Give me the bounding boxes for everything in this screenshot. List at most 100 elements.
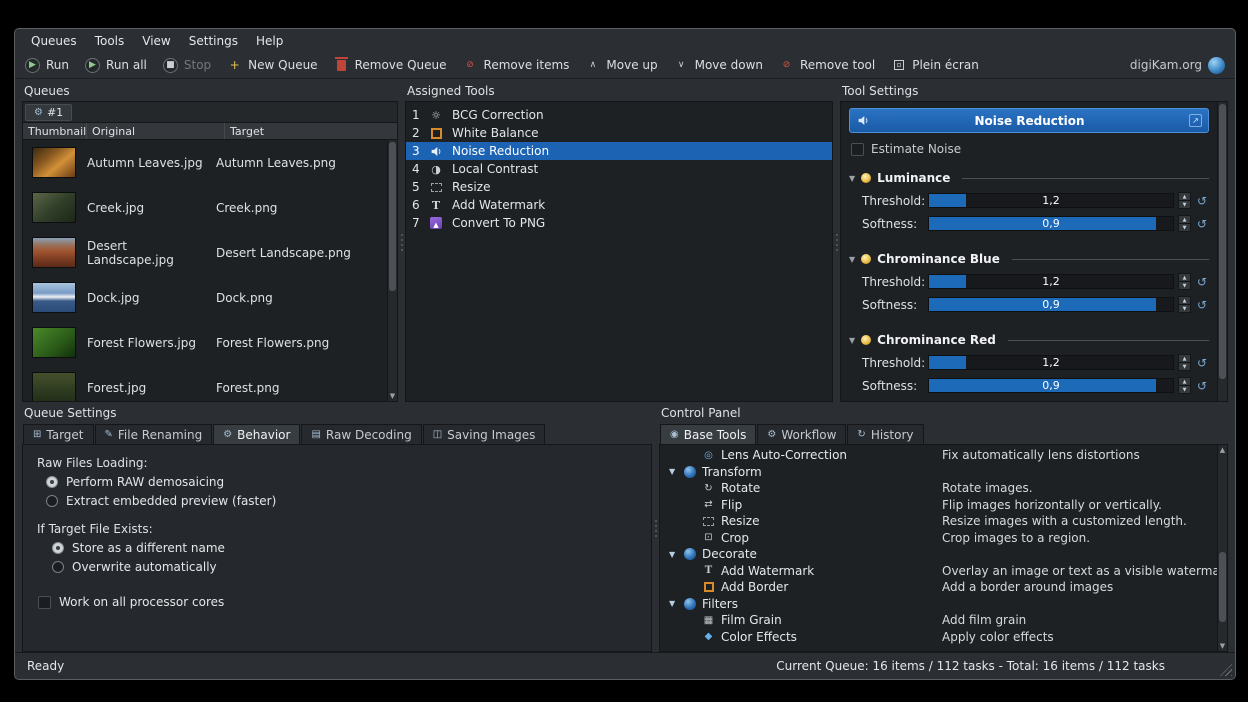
chrominance-blue-header[interactable]: ▼ Chrominance Blue bbox=[849, 249, 1209, 269]
tab-workflow[interactable]: ⚙ Workflow bbox=[757, 424, 846, 444]
column-target[interactable]: Target bbox=[225, 123, 397, 139]
group-decorate[interactable]: ▼ Decorate bbox=[660, 546, 1227, 563]
tab-base-tools[interactable]: ◉ Base Tools bbox=[660, 424, 756, 444]
table-row[interactable]: Forest.jpg Forest.png bbox=[23, 365, 397, 401]
table-row[interactable]: Autumn Leaves.jpg Autumn Leaves.png bbox=[23, 140, 397, 185]
radio-overwrite-automatically[interactable]: Overwrite automatically bbox=[52, 560, 637, 574]
threshold-spinner[interactable]: ▲▼ bbox=[1178, 354, 1191, 371]
tool-flip[interactable]: ⇄ Flip Flip images horizontally or verti… bbox=[660, 497, 1227, 514]
assigned-tool-bcg-correction[interactable]: 1 ☼ BCG Correction bbox=[406, 106, 832, 124]
menu-view[interactable]: View bbox=[134, 31, 178, 51]
tab-target[interactable]: ⊞ Target bbox=[23, 424, 94, 444]
radio-store-different-name[interactable]: Store as a different name bbox=[52, 541, 637, 555]
tool-color-effects[interactable]: ◆ Color Effects Apply color effects bbox=[660, 629, 1227, 646]
run-button[interactable]: ▶ Run bbox=[25, 58, 69, 73]
tool-crop[interactable]: ⊡ Crop Crop images to a region. bbox=[660, 530, 1227, 547]
tab-behavior[interactable]: ⚙ Behavior bbox=[213, 424, 300, 444]
softness-slider[interactable]: 0,9 bbox=[928, 297, 1174, 312]
scroll-down-icon[interactable]: ▼ bbox=[388, 392, 397, 400]
reset-icon[interactable]: ↺ bbox=[1195, 356, 1209, 370]
scroll-up-icon[interactable]: ▲ bbox=[1218, 446, 1227, 454]
remove-items-button[interactable]: ⊘ Remove items bbox=[463, 58, 570, 73]
threshold-slider[interactable]: 1,2 bbox=[928, 274, 1174, 289]
assigned-tool-local-contrast[interactable]: 4 ◑ Local Contrast bbox=[406, 160, 832, 178]
tab-history[interactable]: ↻ History bbox=[847, 424, 923, 444]
threshold-spinner[interactable]: ▲▼ bbox=[1178, 192, 1191, 209]
column-original[interactable]: Original bbox=[87, 123, 225, 139]
assigned-tool-resize[interactable]: 5 Resize bbox=[406, 178, 832, 196]
tool-lens-auto-correction[interactable]: ◎ Lens Auto-Correction Fix automatically… bbox=[660, 447, 1227, 464]
reset-icon[interactable]: ↺ bbox=[1195, 194, 1209, 208]
queues-scrollbar-thumb[interactable] bbox=[389, 142, 396, 291]
softness-spinner[interactable]: ▲▼ bbox=[1178, 215, 1191, 232]
table-row[interactable]: Desert Landscape.jpg Desert Landscape.pn… bbox=[23, 230, 397, 275]
tool-film-grain[interactable]: ▦ Film Grain Add film grain bbox=[660, 612, 1227, 629]
tool-settings-scrollbar[interactable] bbox=[1217, 102, 1227, 401]
scroll-down-icon[interactable]: ▼ bbox=[1218, 642, 1227, 650]
table-row[interactable]: Forest Flowers.jpg Forest Flowers.png bbox=[23, 320, 397, 365]
softness-slider[interactable]: 0,9 bbox=[928, 216, 1174, 231]
tab-file-renaming[interactable]: ✎ File Renaming bbox=[95, 424, 213, 444]
reset-icon[interactable]: ↺ bbox=[1195, 298, 1209, 312]
tab-raw-decoding[interactable]: ▤ Raw Decoding bbox=[301, 424, 421, 444]
luminance-header[interactable]: ▼ Luminance bbox=[849, 168, 1209, 188]
radio-icon[interactable] bbox=[52, 561, 64, 573]
remove-queue-button[interactable]: Remove Queue bbox=[334, 58, 447, 73]
column-thumbnail[interactable]: Thumbnail bbox=[23, 123, 87, 139]
globe-icon[interactable] bbox=[1208, 57, 1225, 74]
softness-spinner[interactable]: ▲▼ bbox=[1178, 296, 1191, 313]
estimate-noise-checkbox[interactable] bbox=[851, 143, 864, 156]
splitter[interactable] bbox=[833, 82, 840, 402]
radio-icon[interactable] bbox=[46, 476, 58, 488]
queues-scrollbar[interactable]: ▼ bbox=[387, 140, 397, 401]
checkbox-icon[interactable] bbox=[38, 596, 51, 609]
softness-slider[interactable]: 0,9 bbox=[928, 378, 1174, 393]
threshold-slider[interactable]: 1,2 bbox=[928, 193, 1174, 208]
control-panel-scrollbar-thumb[interactable] bbox=[1219, 552, 1226, 622]
menu-settings[interactable]: Settings bbox=[181, 31, 246, 51]
splitter[interactable] bbox=[398, 82, 405, 402]
tool-settings-scrollbar-thumb[interactable] bbox=[1219, 104, 1226, 379]
group-filters[interactable]: ▼ Filters bbox=[660, 596, 1227, 613]
assigned-tool-add-watermark[interactable]: 6 T Add Watermark bbox=[406, 196, 832, 214]
assigned-tool-noise-reduction[interactable]: 3 Noise Reduction bbox=[406, 142, 832, 160]
move-down-button[interactable]: ∨ Move down bbox=[674, 58, 763, 73]
radio-extract-embedded-preview[interactable]: Extract embedded preview (faster) bbox=[46, 494, 637, 508]
menu-queues[interactable]: Queues bbox=[23, 31, 85, 51]
reset-icon[interactable]: ↺ bbox=[1195, 217, 1209, 231]
assigned-tool-convert-to-png[interactable]: 7 ▲ Convert To PNG bbox=[406, 214, 832, 232]
control-panel-scrollbar[interactable]: ▲ ▼ bbox=[1217, 445, 1227, 651]
splitter[interactable] bbox=[652, 404, 659, 652]
table-row[interactable]: Creek.jpg Creek.png bbox=[23, 185, 397, 230]
chrominance-red-header[interactable]: ▼ Chrominance Red bbox=[849, 330, 1209, 350]
radio-perform-raw-demosaicing[interactable]: Perform RAW demosaicing bbox=[46, 475, 637, 489]
tool-resize[interactable]: Resize Resize images with a customized l… bbox=[660, 513, 1227, 530]
threshold-slider[interactable]: 1,2 bbox=[928, 355, 1174, 370]
checkbox-all-processor-cores[interactable]: Work on all processor cores bbox=[38, 595, 637, 609]
fullscreen-button[interactable]: Plein écran bbox=[891, 58, 979, 73]
tool-add-border[interactable]: Add Border Add a border around images bbox=[660, 579, 1227, 596]
reset-icon[interactable]: ↺ bbox=[1195, 275, 1209, 289]
run-all-button[interactable]: ▶ Run all bbox=[85, 58, 147, 73]
softness-spinner[interactable]: ▲▼ bbox=[1178, 377, 1191, 394]
resize-grip[interactable] bbox=[1220, 664, 1232, 676]
new-queue-button[interactable]: + New Queue bbox=[227, 58, 317, 73]
estimate-noise-checkbox-row[interactable]: Estimate Noise bbox=[851, 142, 1209, 156]
tab-saving-images[interactable]: ◫ Saving Images bbox=[423, 424, 546, 444]
radio-icon[interactable] bbox=[46, 495, 58, 507]
assigned-tool-white-balance[interactable]: 2 White Balance bbox=[406, 124, 832, 142]
menu-help[interactable]: Help bbox=[248, 31, 291, 51]
stop-button[interactable]: ■ Stop bbox=[163, 58, 211, 73]
detach-icon[interactable]: ↗ bbox=[1189, 114, 1202, 127]
threshold-spinner[interactable]: ▲▼ bbox=[1178, 273, 1191, 290]
table-row[interactable]: Dock.jpg Dock.png bbox=[23, 275, 397, 320]
tool-add-watermark[interactable]: T Add Watermark Overlay an image or text… bbox=[660, 563, 1227, 580]
tool-rotate[interactable]: ↻ Rotate Rotate images. bbox=[660, 480, 1227, 497]
group-transform[interactable]: ▼ Transform bbox=[660, 464, 1227, 481]
remove-tool-button[interactable]: ⊘ Remove tool bbox=[779, 58, 875, 73]
queue-tab-1[interactable]: ⚙ #1 bbox=[25, 104, 72, 121]
radio-icon[interactable] bbox=[52, 542, 64, 554]
reset-icon[interactable]: ↺ bbox=[1195, 379, 1209, 393]
menu-tools[interactable]: Tools bbox=[87, 31, 133, 51]
move-up-button[interactable]: ∧ Move up bbox=[585, 58, 657, 73]
